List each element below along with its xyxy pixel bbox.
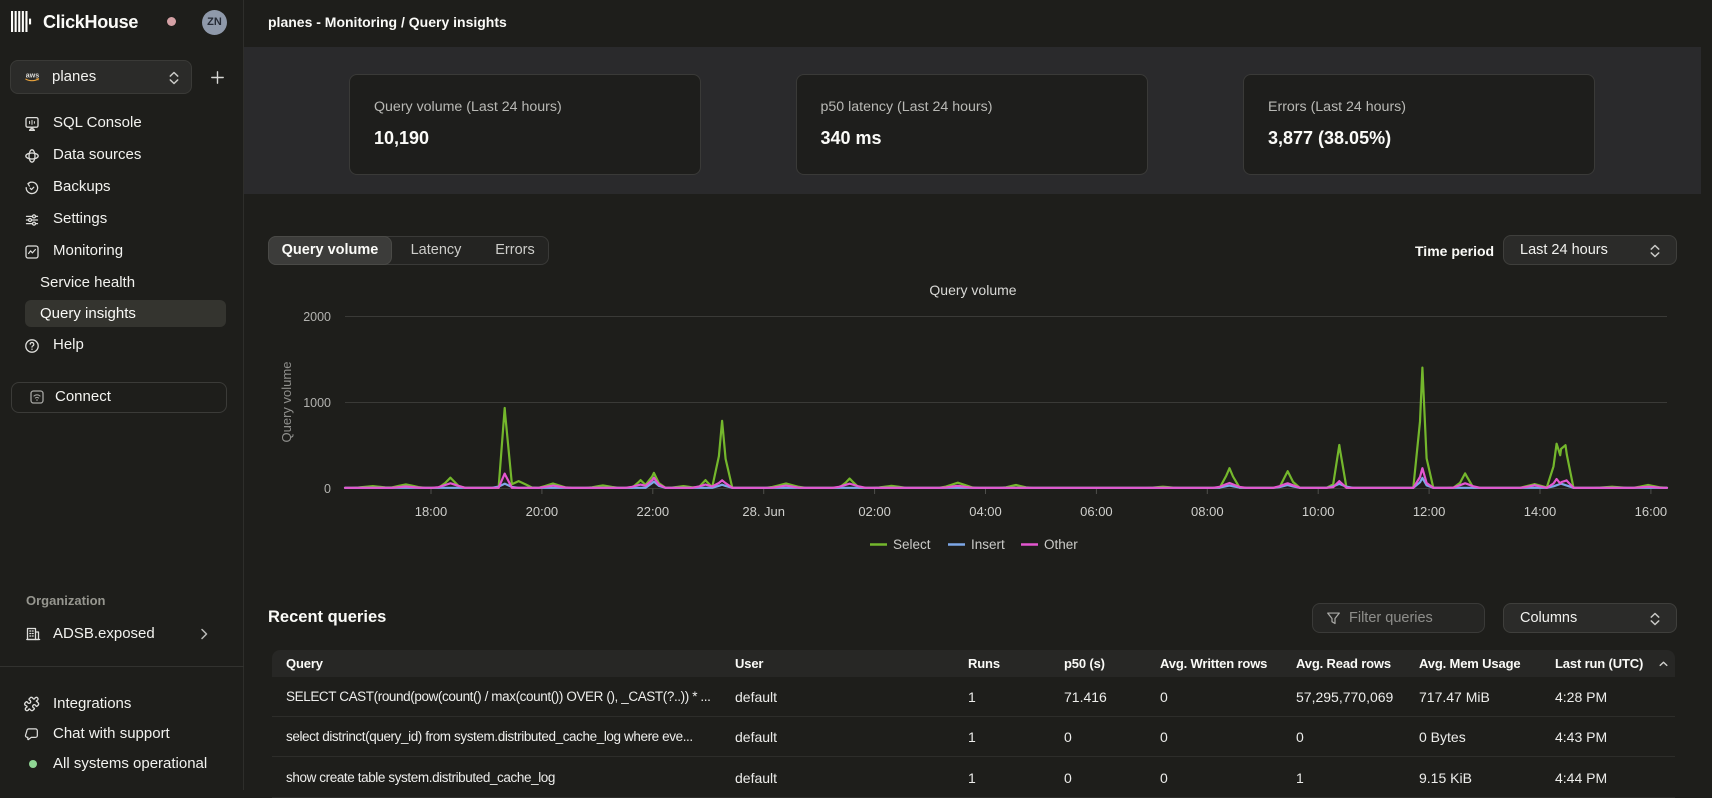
svg-text:02:00: 02:00 bbox=[858, 504, 891, 519]
svg-text:1000: 1000 bbox=[303, 396, 331, 410]
svg-text:18:00: 18:00 bbox=[415, 504, 448, 519]
svg-text:Insert: Insert bbox=[971, 537, 1005, 552]
svg-text:10:00: 10:00 bbox=[1302, 504, 1335, 519]
svg-text:aws: aws bbox=[26, 72, 39, 80]
svg-text:Query volume: Query volume bbox=[279, 362, 294, 443]
svg-text:16:00: 16:00 bbox=[1635, 504, 1668, 519]
svg-text:20:00: 20:00 bbox=[526, 504, 559, 519]
svg-text:Query volume: Query volume bbox=[929, 282, 1016, 298]
svg-text:0: 0 bbox=[324, 482, 331, 496]
svg-text:22:00: 22:00 bbox=[637, 504, 670, 519]
svg-text:12:00: 12:00 bbox=[1413, 504, 1446, 519]
svg-text:Select: Select bbox=[893, 537, 931, 552]
svg-text:06:00: 06:00 bbox=[1080, 504, 1113, 519]
svg-text:Other: Other bbox=[1044, 537, 1078, 552]
svg-text:2000: 2000 bbox=[303, 310, 331, 324]
svg-text:08:00: 08:00 bbox=[1191, 504, 1224, 519]
svg-text:28. Jun: 28. Jun bbox=[742, 504, 785, 519]
svg-text:14:00: 14:00 bbox=[1524, 504, 1557, 519]
svg-text:04:00: 04:00 bbox=[969, 504, 1002, 519]
